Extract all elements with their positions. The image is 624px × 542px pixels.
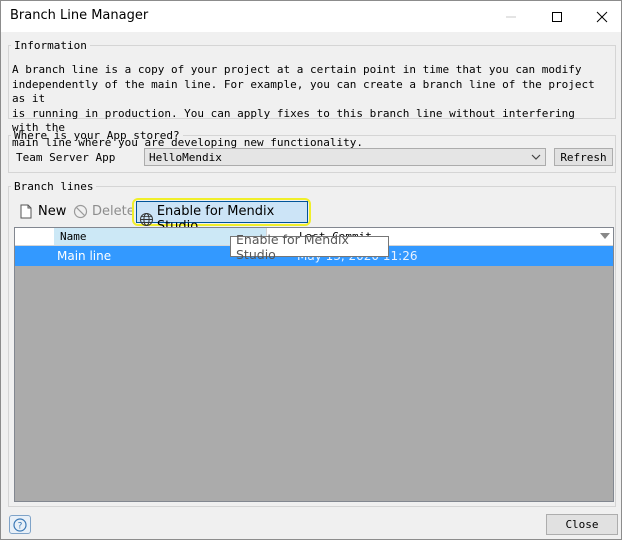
svg-text:?: ? — [18, 521, 23, 531]
delete-label: Delete — [92, 204, 135, 219]
refresh-button[interactable]: Refresh — [554, 148, 613, 166]
branch-lines-legend: Branch lines — [14, 180, 94, 193]
maximize-button[interactable] — [534, 1, 580, 32]
help-button[interactable]: ? — [9, 515, 31, 534]
close-label: Close — [565, 518, 599, 531]
new-button[interactable]: New — [19, 204, 66, 219]
help-icon: ? — [13, 517, 27, 532]
window-title: Branch Line Manager — [10, 8, 149, 23]
branch-line-manager-window: Branch Line Manager Information A branch… — [0, 0, 622, 540]
minimize-icon — [506, 16, 516, 17]
column-name-label: Name — [60, 230, 87, 243]
prohibit-icon — [73, 204, 88, 219]
close-icon — [596, 11, 608, 22]
maximize-icon — [552, 11, 562, 22]
branch-lines-grid[interactable]: Name Last Commit Main line May 13, 2020 … — [14, 227, 614, 502]
app-storage-legend: Where is your App stored? — [14, 129, 180, 142]
information-group: Information A branch line is a copy of y… — [8, 39, 616, 149]
information-legend: Information — [14, 39, 87, 52]
delete-button[interactable]: Delete — [73, 204, 135, 219]
close-window-button[interactable] — [579, 1, 624, 32]
team-server-label: Team Server App — [16, 151, 116, 164]
refresh-label: Refresh — [560, 150, 607, 164]
new-document-icon — [20, 204, 32, 219]
minimize-button[interactable] — [488, 1, 534, 32]
team-server-app-value: HelloMendix — [149, 151, 222, 164]
enable-for-mendix-studio-button[interactable]: Enable for Mendix Studio — [136, 201, 308, 234]
globe-icon — [140, 212, 153, 226]
tooltip: Enable for Mendix Studio — [230, 232, 389, 262]
row-name-cell: Main line — [57, 249, 112, 263]
team-server-app-select[interactable]: HelloMendix — [144, 148, 546, 166]
sort-arrow-icon — [600, 233, 610, 239]
new-label: New — [38, 204, 67, 219]
title-bar: Branch Line Manager — [1, 1, 621, 32]
chevron-down-icon — [531, 154, 541, 160]
close-button[interactable]: Close — [546, 514, 618, 535]
